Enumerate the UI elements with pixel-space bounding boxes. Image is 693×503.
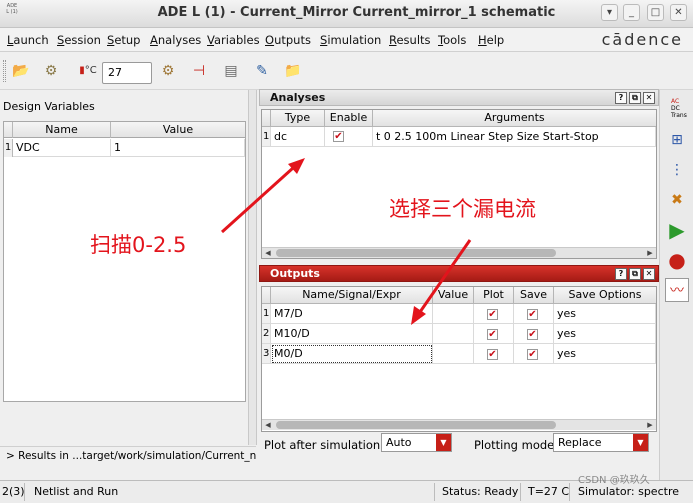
sweep-annotation: 扫描0-2.5	[90, 233, 187, 257]
arrow-to-outputs	[411, 239, 472, 325]
arrow-to-arguments	[220, 158, 305, 234]
select-drain-annotation: 选择三个漏电流	[389, 197, 536, 221]
watermark: CSDN @玖玖久	[578, 475, 650, 486]
